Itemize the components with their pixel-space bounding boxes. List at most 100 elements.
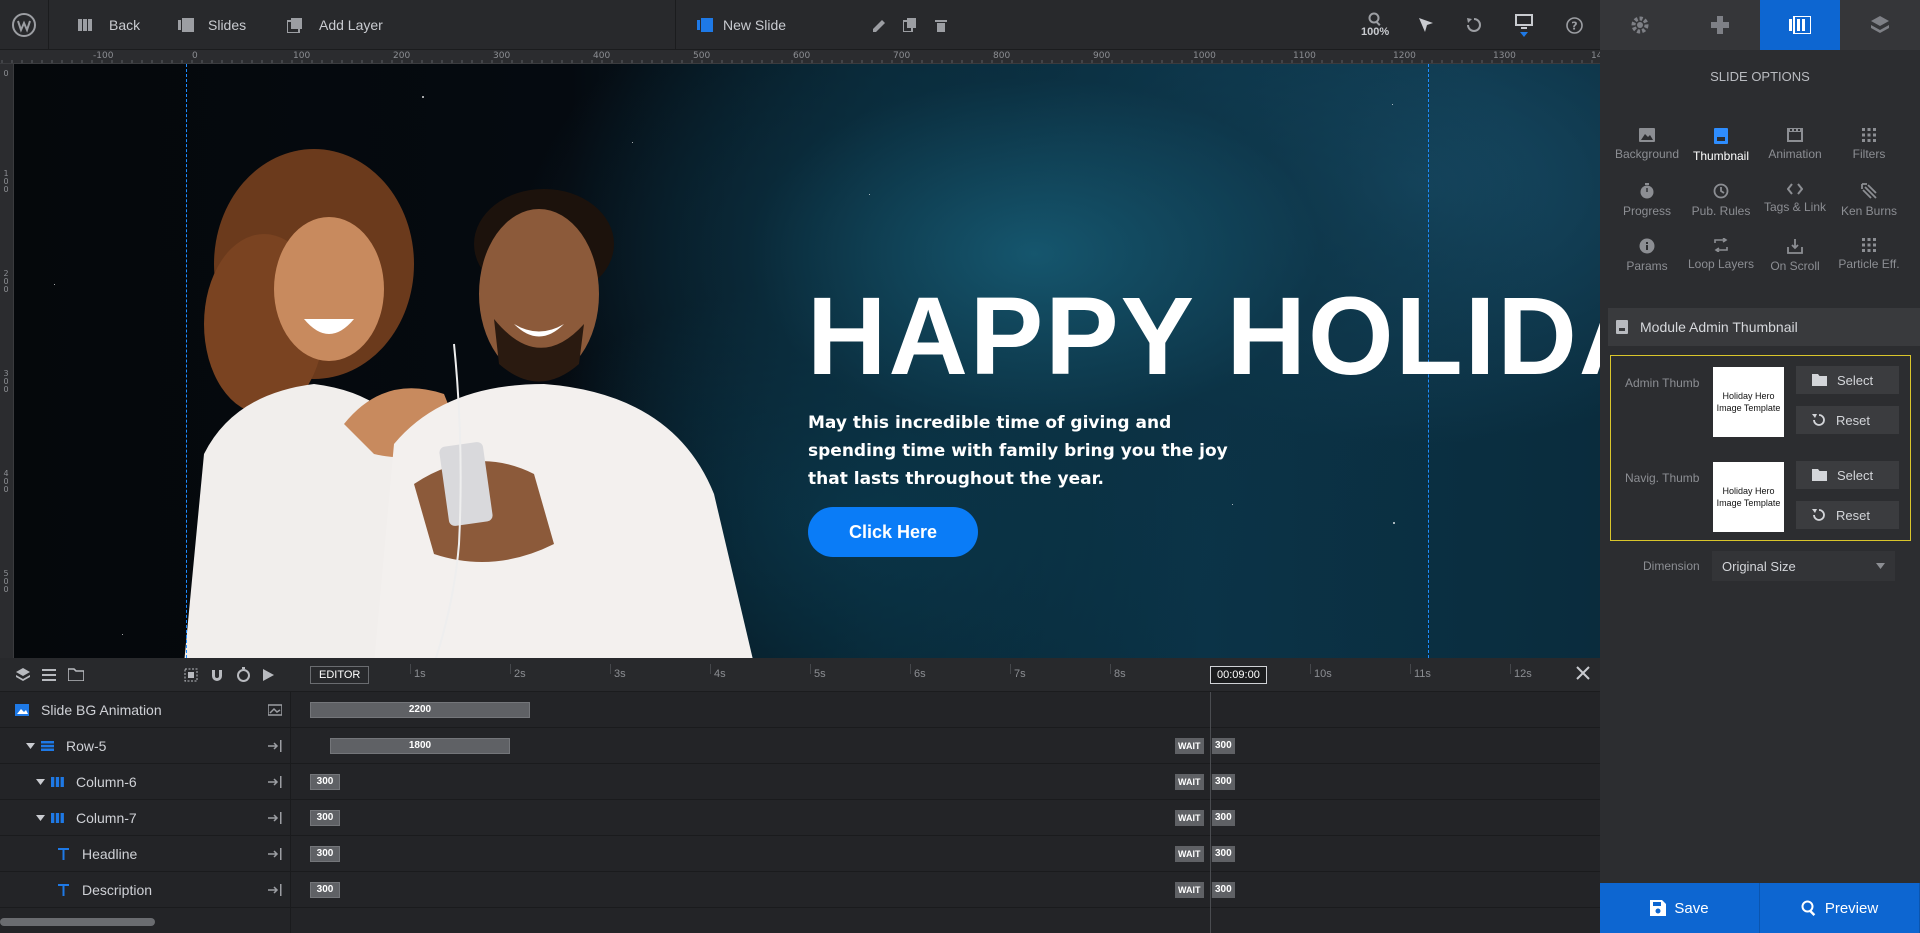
navig-thumb-reset-button[interactable]: Reset — [1796, 501, 1899, 529]
exit-icon[interactable] — [268, 776, 282, 788]
preview-button[interactable]: Preview — [1760, 883, 1920, 933]
reset-icon — [1812, 509, 1825, 521]
slides-button[interactable]: Slides — [178, 0, 246, 50]
option-on-scroll[interactable]: On Scroll — [1755, 238, 1835, 293]
option-animation[interactable]: Animation — [1755, 128, 1835, 183]
play-icon[interactable] — [263, 668, 274, 681]
navig-thumb-select-button[interactable]: Select — [1796, 461, 1899, 489]
wait-marker[interactable]: WAIT — [1175, 810, 1204, 826]
timeline-row[interactable]: Description 300 WAIT 300 — [0, 872, 1600, 908]
list-icon[interactable] — [42, 668, 56, 681]
tab-navigation[interactable] — [1680, 0, 1760, 50]
save-button[interactable]: Save — [1600, 883, 1760, 933]
option-progress[interactable]: Progress — [1607, 183, 1687, 238]
wait-marker[interactable]: WAIT — [1175, 846, 1204, 862]
timeline-row[interactable]: Headline 300 WAIT 300 — [0, 836, 1600, 872]
option-label: Thumbnail — [1692, 149, 1750, 163]
slide-icon — [697, 18, 713, 32]
exit-icon[interactable] — [268, 740, 282, 752]
ruler-label: 300 — [493, 51, 511, 61]
help-button[interactable]: ? — [1566, 0, 1583, 50]
option-params[interactable]: Params — [1607, 238, 1687, 293]
tab-module-settings[interactable] — [1600, 0, 1680, 50]
stopwatch-icon[interactable] — [236, 667, 251, 682]
option-loop-layers[interactable]: Loop Layers — [1681, 238, 1761, 293]
exit-icon[interactable] — [268, 848, 282, 860]
slide-description[interactable]: May this incredible time of giving and s… — [808, 409, 1248, 493]
time-mark: 4s — [714, 668, 726, 680]
ruler-label: -100 — [93, 51, 114, 61]
wait-marker[interactable]: WAIT — [1175, 738, 1204, 754]
caret-down-icon[interactable] — [36, 779, 45, 785]
out-animation-bar[interactable]: 300 — [1211, 738, 1235, 754]
option-background[interactable]: Background — [1607, 128, 1687, 183]
folder-icon[interactable] — [68, 668, 84, 681]
wait-marker[interactable]: WAIT — [1175, 882, 1204, 898]
exit-icon[interactable] — [268, 884, 282, 896]
grid-select-icon[interactable] — [184, 668, 198, 682]
timeline-row[interactable]: Row-5 1800 WAIT 300 — [0, 728, 1600, 764]
wait-marker[interactable]: WAIT — [1175, 774, 1204, 790]
close-icon[interactable] — [1576, 666, 1590, 680]
back-button[interactable]: Back — [78, 0, 140, 50]
horizontal-scrollbar[interactable] — [0, 918, 155, 926]
device-desktop-button[interactable] — [1515, 0, 1533, 50]
tab-layers[interactable] — [1840, 0, 1920, 50]
slide-name[interactable]: New Slide — [697, 0, 786, 50]
ruler-label: 100 — [3, 169, 9, 194]
slide-options-icon — [1789, 16, 1811, 34]
wordpress-logo-icon[interactable] — [12, 0, 38, 50]
animation-bar[interactable]: 300 — [310, 882, 340, 898]
option-pub-rules[interactable]: Pub. Rules — [1681, 183, 1761, 238]
delete-slide-button[interactable] — [935, 0, 947, 50]
click-here-button[interactable]: Click Here — [808, 507, 978, 557]
timeline-row[interactable]: Column-7 300 WAIT 300 — [0, 800, 1600, 836]
animation-bar[interactable]: 2200 — [310, 702, 530, 718]
out-animation-bar[interactable]: 300 — [1211, 810, 1235, 826]
timeline-row[interactable]: Column-6 300 WAIT 300 — [0, 764, 1600, 800]
out-animation-bar[interactable]: 300 — [1211, 882, 1235, 898]
slide-canvas[interactable]: HAPPY HOLIDA May this incredible time of… — [14, 64, 1600, 658]
caret-down-icon[interactable] — [36, 815, 45, 821]
ruler-label: 800 — [993, 51, 1011, 61]
undo-button[interactable] — [1466, 0, 1482, 50]
out-animation-bar[interactable]: 300 — [1211, 846, 1235, 862]
zoom-button[interactable]: 100% — [1361, 0, 1389, 50]
animation-bar[interactable]: 300 — [310, 846, 340, 862]
option-tags-link[interactable]: Tags & Link — [1755, 183, 1835, 238]
tab-slide-options[interactable] — [1760, 0, 1840, 50]
option-thumbnail[interactable]: Thumbnail — [1681, 128, 1761, 183]
animation-bar[interactable]: 300 — [310, 774, 340, 790]
dimension-select[interactable]: Original Size — [1712, 551, 1895, 581]
add-layer-button[interactable]: Add Layer — [287, 0, 383, 50]
ruler-label: 1200 — [1393, 51, 1416, 61]
animation-bar[interactable]: 300 — [310, 810, 340, 826]
admin-thumb-reset-button[interactable]: Reset — [1796, 406, 1899, 434]
option-filters[interactable]: Filters — [1829, 128, 1909, 183]
slide-headline[interactable]: HAPPY HOLIDA — [807, 273, 1600, 400]
animation-bar[interactable]: 1800 — [330, 738, 510, 754]
caret-down-icon[interactable] — [26, 743, 35, 749]
ruler-label: 0 — [192, 51, 198, 61]
thumbnail-icon — [1616, 320, 1628, 334]
exit-icon[interactable] — [268, 812, 282, 824]
option-particle-effects[interactable]: Particle Eff. — [1829, 238, 1909, 293]
layers-icon[interactable] — [16, 667, 30, 682]
top-toolbar: Back Slides Add Layer New Slide 100% ? — [0, 0, 1600, 50]
playhead[interactable] — [1210, 692, 1211, 933]
select-tool-button[interactable] — [1418, 0, 1434, 50]
magnet-icon[interactable] — [210, 668, 224, 682]
rename-slide-button[interactable] — [873, 0, 886, 50]
out-animation-bar[interactable]: 300 — [1211, 774, 1235, 790]
time-mark: 12s — [1514, 668, 1532, 680]
couple-photo — [184, 149, 753, 658]
timeline-row[interactable]: Slide BG Animation 2200 — [0, 692, 1600, 728]
image-settings-icon[interactable] — [268, 704, 282, 716]
editor-label[interactable]: EDITOR — [310, 666, 370, 684]
option-ken-burns[interactable]: Ken Burns — [1829, 183, 1909, 238]
time-mark: 5s — [814, 668, 826, 680]
current-time-display[interactable]: 00:09:00 — [1210, 666, 1267, 684]
admin-thumb-select-button[interactable]: Select — [1796, 366, 1899, 394]
duplicate-slide-button[interactable] — [903, 0, 916, 50]
module-admin-thumbnail-header[interactable]: Module Admin Thumbnail — [1608, 308, 1920, 346]
